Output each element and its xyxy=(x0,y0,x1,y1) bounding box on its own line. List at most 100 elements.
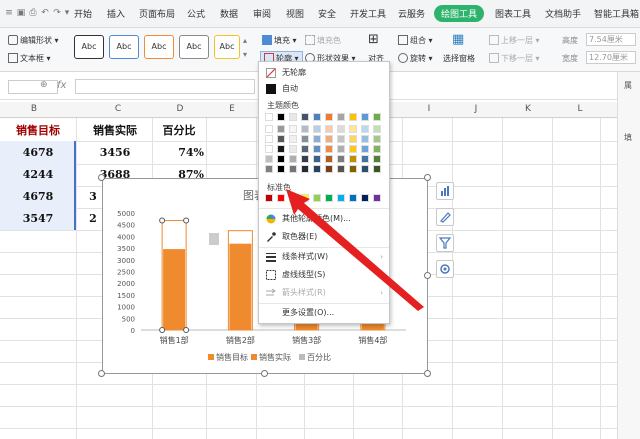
selection-pane-button[interactable]: 选择窗格 xyxy=(443,53,475,64)
theme-color-swatch[interactable] xyxy=(313,165,321,173)
chevron-down-icon[interactable]: ▾ xyxy=(62,8,72,18)
tab-home[interactable]: 开始 xyxy=(74,7,92,20)
style-scroll-down[interactable]: ▾ xyxy=(243,50,247,59)
column-header-e[interactable]: E xyxy=(226,104,238,114)
table-cell[interactable]: 4678 xyxy=(0,146,76,159)
tab-view[interactable]: 视图 xyxy=(286,7,304,20)
theme-color-swatch[interactable] xyxy=(301,155,309,163)
theme-color-swatch[interactable] xyxy=(289,155,297,163)
table-cell[interactable]: 74% xyxy=(152,146,206,159)
theme-color-swatch[interactable] xyxy=(337,165,345,173)
theme-color-swatch[interactable] xyxy=(325,113,333,121)
theme-color-swatch[interactable] xyxy=(265,135,273,143)
tab-page-layout[interactable]: 页面布局 xyxy=(139,7,175,20)
no-outline-option[interactable]: 无轮廓 xyxy=(259,65,389,81)
theme-color-swatch[interactable] xyxy=(349,145,357,153)
bring-forward-button[interactable]: 上移一层 ▾ xyxy=(489,35,540,46)
column-header-k[interactable]: K xyxy=(522,104,534,114)
redo-icon[interactable]: ↷ xyxy=(52,8,62,18)
theme-color-swatch[interactable] xyxy=(277,135,285,143)
shape-style-4[interactable]: Abc xyxy=(179,35,209,59)
theme-color-swatch[interactable] xyxy=(361,135,369,143)
theme-color-swatch[interactable] xyxy=(349,155,357,163)
shape-style-5[interactable]: Abc xyxy=(214,35,240,59)
formula-input[interactable] xyxy=(75,79,255,94)
tab-smart-toolbox[interactable]: 智能工具箱 xyxy=(594,7,639,20)
header-sales-target[interactable]: 销售目标 xyxy=(0,122,76,138)
column-header-c[interactable]: C xyxy=(112,104,124,114)
name-box[interactable] xyxy=(8,80,58,94)
shape-style-3[interactable]: Abc xyxy=(144,35,174,59)
theme-color-swatch[interactable] xyxy=(325,145,333,153)
fx-icon[interactable]: fx xyxy=(57,80,66,91)
theme-color-swatch[interactable] xyxy=(301,165,309,173)
zoom-icon[interactable]: ⊕ xyxy=(40,80,48,90)
theme-color-swatch[interactable] xyxy=(313,125,321,133)
resize-handle-tr[interactable] xyxy=(424,174,431,181)
shape-style-2[interactable]: Abc xyxy=(109,35,139,59)
column-header-l[interactable]: L xyxy=(574,104,586,114)
header-percentage[interactable]: 百分比 xyxy=(152,122,206,138)
text-box-button[interactable]: 文本框 ▾ xyxy=(8,53,51,64)
rotate-button[interactable]: 旋转 ▾ xyxy=(398,53,433,64)
theme-color-swatch[interactable] xyxy=(265,145,273,153)
theme-color-swatch[interactable] xyxy=(277,113,285,121)
auto-color-option[interactable]: 自动 xyxy=(259,81,389,97)
save-icon[interactable]: ▣ xyxy=(16,8,26,18)
theme-color-swatch[interactable] xyxy=(337,113,345,121)
theme-color-swatch[interactable] xyxy=(313,113,321,121)
theme-color-swatch[interactable] xyxy=(361,145,369,153)
header-sales-actual[interactable]: 销售实际 xyxy=(78,122,152,138)
tab-developer[interactable]: 开发工具 xyxy=(350,7,386,20)
fill-button[interactable]: 填充 ▾ xyxy=(262,35,297,46)
tab-chart-tools[interactable]: 图表工具 xyxy=(495,7,531,20)
theme-color-swatch[interactable] xyxy=(373,165,381,173)
table-cell[interactable]: 3456 xyxy=(78,146,152,159)
send-backward-button[interactable]: 下移一层 ▾ xyxy=(489,53,540,64)
theme-color-swatch[interactable] xyxy=(277,125,285,133)
theme-color-swatch[interactable] xyxy=(289,145,297,153)
theme-color-swatch[interactable] xyxy=(289,165,297,173)
theme-color-swatch[interactable] xyxy=(337,155,345,163)
theme-color-swatch[interactable] xyxy=(265,125,273,133)
theme-color-swatch[interactable] xyxy=(313,135,321,143)
tab-cloud[interactable]: 云服务 xyxy=(398,7,425,20)
theme-color-swatch[interactable] xyxy=(337,125,345,133)
resize-handle-tl[interactable] xyxy=(98,174,105,181)
theme-color-swatch[interactable] xyxy=(277,155,285,163)
theme-color-swatch[interactable] xyxy=(337,135,345,143)
theme-color-swatch[interactable] xyxy=(289,113,297,121)
theme-color-swatch[interactable] xyxy=(325,165,333,173)
tab-doc-assistant[interactable]: 文档助手 xyxy=(545,7,581,20)
theme-color-swatch[interactable] xyxy=(313,145,321,153)
column-header-b[interactable]: B xyxy=(28,104,40,114)
theme-color-swatch[interactable] xyxy=(265,155,273,163)
print-icon[interactable]: ⎙ xyxy=(28,8,38,18)
theme-color-swatch[interactable] xyxy=(325,135,333,143)
theme-color-swatch[interactable] xyxy=(349,113,357,121)
theme-color-swatch[interactable] xyxy=(289,135,297,143)
height-input[interactable]: 7.54厘米 xyxy=(586,33,636,46)
resize-handle-br[interactable] xyxy=(424,370,431,377)
theme-color-swatch[interactable] xyxy=(277,145,285,153)
theme-color-swatch[interactable] xyxy=(373,145,381,153)
theme-color-swatch[interactable] xyxy=(373,125,381,133)
tab-security[interactable]: 安全 xyxy=(318,7,336,20)
menu-icon[interactable]: ≡ xyxy=(4,8,14,18)
tab-drawing-tools[interactable]: 绘图工具 xyxy=(434,5,485,22)
shape-style-1[interactable]: Abc xyxy=(74,35,104,59)
theme-color-swatch[interactable] xyxy=(361,125,369,133)
theme-color-swatch[interactable] xyxy=(301,113,309,121)
pane-fill-icon[interactable]: 填 xyxy=(624,132,632,143)
theme-color-swatch[interactable] xyxy=(337,145,345,153)
edit-shape-button[interactable]: 编辑形状 ▾ xyxy=(8,35,59,46)
theme-color-swatch[interactable] xyxy=(289,125,297,133)
theme-color-swatch[interactable] xyxy=(373,113,381,121)
tab-insert[interactable]: 插入 xyxy=(107,7,125,20)
tab-data[interactable]: 数据 xyxy=(220,7,238,20)
table-cell[interactable]: 3547 xyxy=(0,212,76,225)
group-button[interactable]: 组合 ▾ xyxy=(398,35,433,46)
theme-color-swatch[interactable] xyxy=(277,165,285,173)
theme-color-swatch[interactable] xyxy=(373,135,381,143)
theme-color-swatch[interactable] xyxy=(361,113,369,121)
